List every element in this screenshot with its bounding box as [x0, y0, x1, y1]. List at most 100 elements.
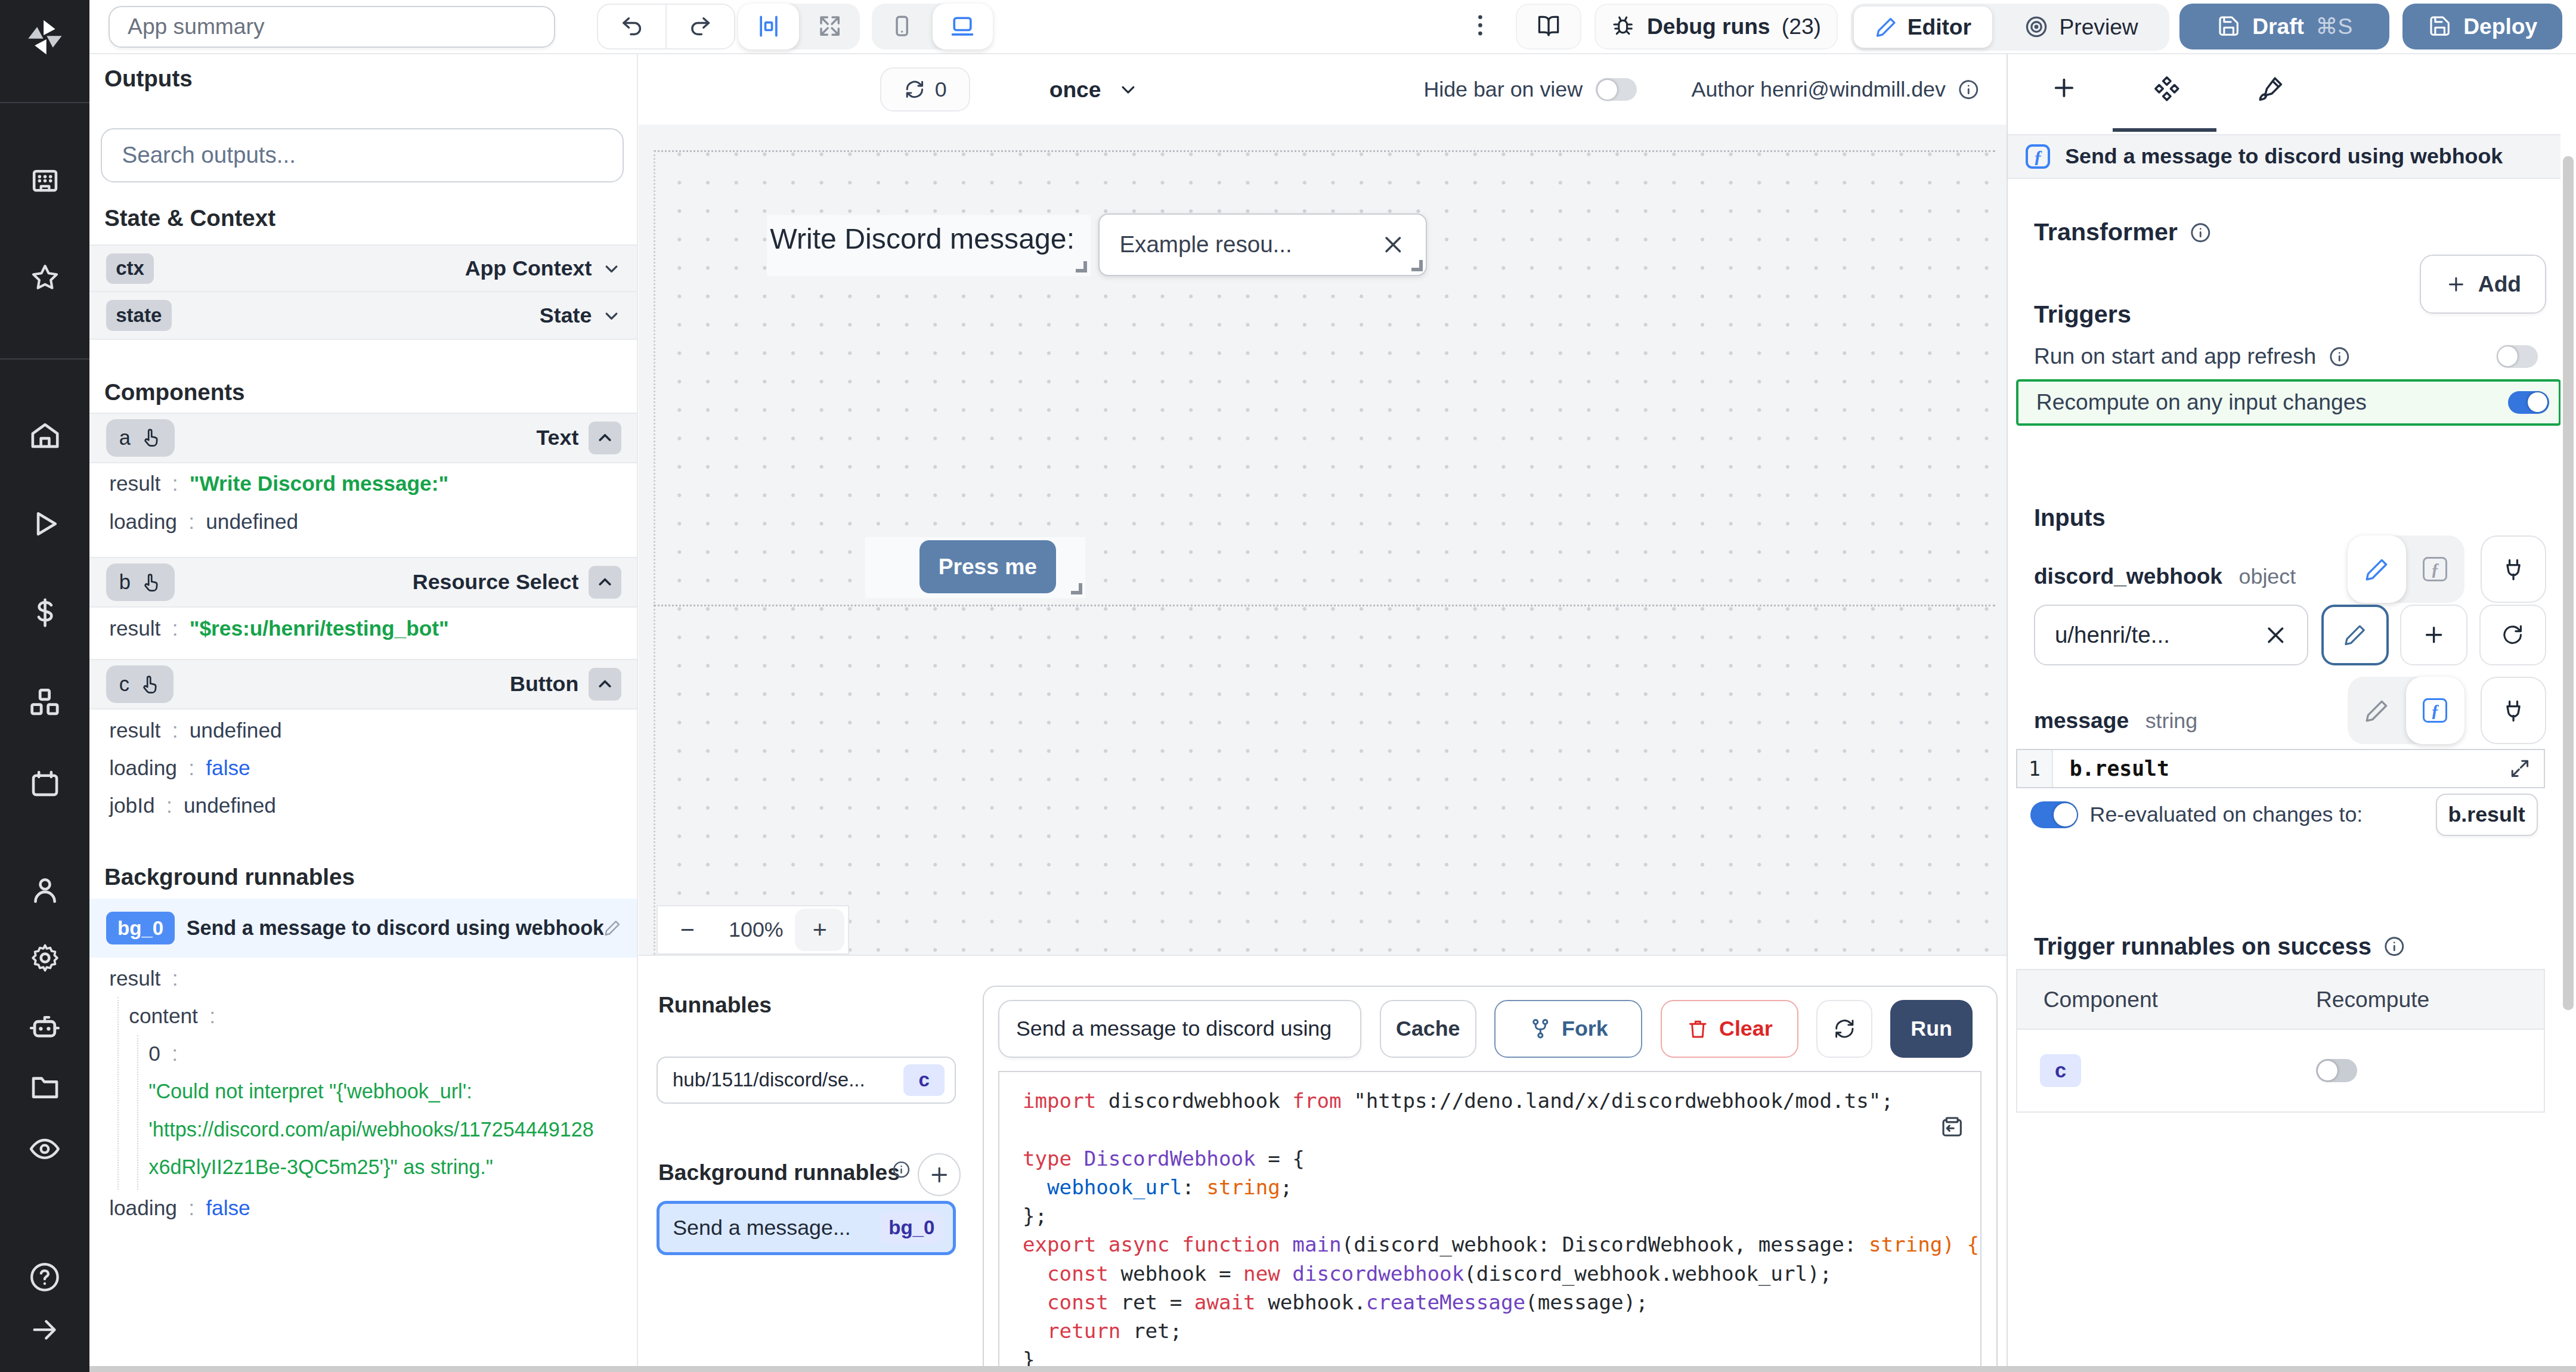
favorites-star-icon[interactable]: [0, 261, 89, 294]
workers-robot-icon[interactable]: [0, 1010, 89, 1045]
eval-mode[interactable]: ƒ: [2406, 677, 2464, 744]
code-editor[interactable]: import discordwebhook from "https://deno…: [998, 1071, 1981, 1372]
redo-button[interactable]: [665, 5, 734, 48]
draft-button[interactable]: Draft ⌘S: [2179, 4, 2390, 49]
runnable-item-selected[interactable]: Send a message... bg_0: [657, 1201, 955, 1255]
row-recompute-toggle[interactable]: [2316, 1059, 2357, 1082]
add-component-tab[interactable]: [2050, 74, 2078, 102]
docs-book-button[interactable]: [1516, 4, 1581, 49]
info-icon[interactable]: [2383, 935, 2406, 958]
frequency-dropdown[interactable]: once: [1049, 67, 1139, 112]
bottom-scrollbar[interactable]: [89, 1366, 2576, 1372]
desktop-icon[interactable]: [933, 4, 993, 49]
static-pencil-mode[interactable]: [2348, 535, 2406, 603]
background-runnable-row[interactable]: bg_0 Send a message to discord using web…: [89, 899, 637, 958]
hide-bar-toggle[interactable]: [1596, 78, 1637, 101]
tab-preview[interactable]: Preview: [1995, 7, 2166, 48]
split-view-icon[interactable]: [738, 4, 799, 49]
runnable-item[interactable]: hub/1511/discord/se... c: [657, 1057, 955, 1104]
scrollbar-thumb[interactable]: [2563, 156, 2574, 1011]
static-pencil-mode[interactable]: [2348, 677, 2406, 744]
connect-plug-button[interactable]: [2481, 535, 2546, 603]
run-on-start-toggle[interactable]: [2497, 345, 2538, 368]
schedules-calendar-icon[interactable]: [0, 767, 89, 800]
app-summary-input[interactable]: App summary: [109, 6, 555, 48]
users-person-icon[interactable]: [0, 874, 89, 907]
variables-dollar-icon[interactable]: [0, 596, 89, 629]
collapse-chevron-up[interactable]: [589, 422, 621, 454]
search-outputs-input[interactable]: Search outputs...: [101, 128, 623, 182]
undo-button[interactable]: [598, 5, 665, 48]
cache-button[interactable]: Cache: [1380, 1000, 1477, 1057]
output-row-ctx[interactable]: ctx App Context: [89, 244, 637, 292]
eval-mode[interactable]: ƒ: [2406, 535, 2464, 603]
refresh-count-button[interactable]: 0: [880, 67, 971, 112]
info-icon[interactable]: [2328, 345, 2351, 368]
runs-play-icon[interactable]: [0, 507, 89, 540]
folders-icon[interactable]: [0, 1071, 89, 1104]
add-background-runnable-button[interactable]: [918, 1153, 961, 1196]
collapse-chevron-up[interactable]: [589, 668, 621, 701]
fork-button[interactable]: Fork: [1494, 1000, 1642, 1057]
edit-resource-button[interactable]: [2321, 605, 2389, 665]
add-resource-button[interactable]: [2400, 605, 2467, 665]
clear-x-icon[interactable]: [2264, 624, 2287, 647]
components-settings-tab[interactable]: [2152, 74, 2182, 104]
sidebar-divider-mid: [0, 358, 89, 360]
press-me-button[interactable]: Press me: [919, 540, 1056, 593]
refresh-resource-button[interactable]: [2479, 605, 2547, 665]
info-icon[interactable]: [2189, 221, 2212, 244]
settings-gear-icon[interactable]: [0, 941, 89, 974]
plus-icon: [2445, 274, 2467, 295]
windmill-logo-icon[interactable]: [0, 17, 89, 58]
app-canvas[interactable]: Write Discord message: Example resou... …: [639, 125, 2007, 956]
recompute-toggle[interactable]: [2508, 391, 2549, 414]
styling-brush-tab[interactable]: [2256, 74, 2286, 104]
home-icon[interactable]: [0, 419, 89, 452]
audit-eye-icon[interactable]: [0, 1132, 89, 1166]
reeval-toggle[interactable]: [2030, 801, 2078, 828]
clear-x-icon[interactable]: [1382, 233, 1405, 256]
kebab-menu-icon[interactable]: [1466, 11, 1494, 39]
debug-runs-button[interactable]: Debug runs (23): [1594, 4, 1838, 49]
zoom-out-button[interactable]: −: [658, 916, 717, 944]
chevron-down-icon[interactable]: [602, 306, 621, 326]
zoom-in-button[interactable]: +: [795, 909, 844, 952]
info-icon[interactable]: [1957, 78, 1980, 101]
right-scrollbar[interactable]: [2560, 54, 2576, 1372]
workspace-icon[interactable]: [0, 166, 89, 199]
refresh-code-button[interactable]: [1816, 1000, 1872, 1057]
mobile-icon[interactable]: [872, 4, 933, 49]
clear-button[interactable]: Clear: [1661, 1000, 1798, 1057]
component-b-header[interactable]: b Resource Select: [89, 557, 637, 608]
chevron-down-icon[interactable]: [602, 259, 621, 278]
resize-handle[interactable]: [1071, 583, 1082, 594]
component-a-header[interactable]: a Text: [89, 413, 637, 463]
component-c-header[interactable]: c Button: [89, 659, 637, 710]
script-name-input[interactable]: Send a message to discord using: [998, 1000, 1361, 1057]
resource-select-component[interactable]: Example resou...: [1098, 213, 1427, 276]
resize-handle[interactable]: [1411, 260, 1423, 271]
message-expr-editor[interactable]: 1 b.result: [2016, 749, 2545, 788]
connect-plug-button[interactable]: [2481, 677, 2546, 744]
bg0-chip: bg_0: [106, 912, 175, 944]
add-transformer-button[interactable]: Add: [2420, 255, 2546, 314]
help-question-icon[interactable]: [0, 1260, 89, 1294]
runnable-item-label: hub/1511/discord/se...: [673, 1069, 865, 1091]
output-row-state[interactable]: state State: [89, 292, 637, 340]
reeval-chip[interactable]: b.result: [2436, 794, 2538, 837]
run-button[interactable]: Run: [1890, 1000, 1973, 1057]
collapse-arrow-icon[interactable]: [0, 1314, 89, 1345]
expand-icon[interactable]: [2509, 758, 2531, 779]
resize-handle[interactable]: [1076, 261, 1087, 272]
tab-editor[interactable]: Editor: [1854, 7, 1992, 48]
expand-view-icon[interactable]: [799, 4, 860, 49]
kv-row: result:"$res:u/henri/testing_bot": [89, 609, 637, 647]
deploy-button[interactable]: Deploy: [2402, 4, 2562, 49]
resources-cubes-icon[interactable]: [0, 685, 89, 720]
edit-pencil-icon[interactable]: [603, 919, 621, 937]
copy-icon[interactable]: [1940, 1114, 1964, 1139]
text-component[interactable]: Write Discord message:: [767, 215, 1091, 276]
resource-picker-input[interactable]: u/henri/te...: [2034, 605, 2308, 665]
collapse-chevron-up[interactable]: [589, 566, 621, 599]
